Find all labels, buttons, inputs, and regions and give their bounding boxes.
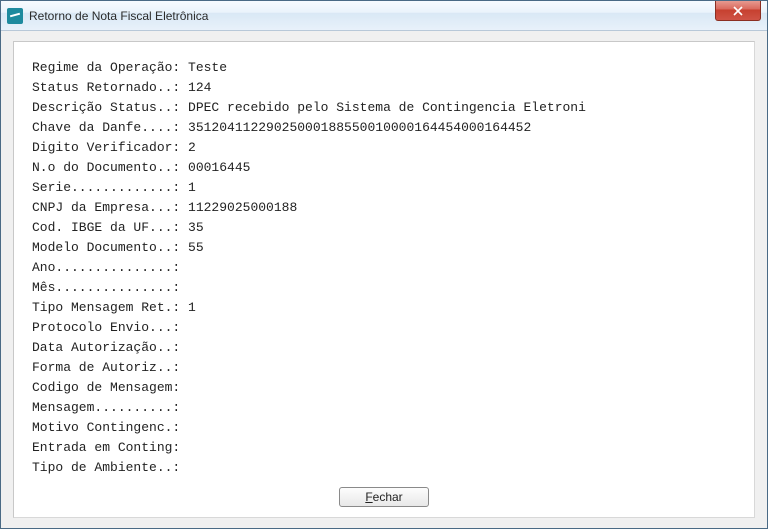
button-row: Fechar [14, 487, 754, 507]
field-value: 124 [188, 78, 211, 98]
field-value: 2 [188, 138, 196, 158]
app-icon [7, 8, 23, 24]
field-row: Mês...............: [32, 278, 736, 298]
window-controls [715, 1, 767, 21]
field-row: Serie.............: 1 [32, 178, 736, 198]
fields-list: Regime da Operação: TesteStatus Retornad… [32, 58, 736, 478]
field-label: Digito Verificador: [32, 138, 188, 158]
window-title: Retorno de Nota Fiscal Eletrônica [29, 9, 208, 23]
field-value: 11229025000188 [188, 198, 297, 218]
field-row: Status Retornado..: 124 [32, 78, 736, 98]
field-row: Entrada em Conting: [32, 438, 736, 458]
field-value: 35 [188, 218, 204, 238]
field-value: 55 [188, 238, 204, 258]
field-row: Cod. IBGE da UF...: 35 [32, 218, 736, 238]
field-row: Modelo Documento..: 55 [32, 238, 736, 258]
field-row: Tipo de Ambiente..: [32, 458, 736, 478]
field-row: Regime da Operação: Teste [32, 58, 736, 78]
field-label: Cod. IBGE da UF...: [32, 218, 188, 238]
field-label: Chave da Danfe....: [32, 118, 188, 138]
field-label: N.o do Documento..: [32, 158, 188, 178]
field-row: Codigo de Mensagem: [32, 378, 736, 398]
field-row: N.o do Documento..: 00016445 [32, 158, 736, 178]
content-panel: Regime da Operação: TesteStatus Retornad… [13, 41, 755, 518]
field-row: Digito Verificador: 2 [32, 138, 736, 158]
field-row: Mensagem..........: [32, 398, 736, 418]
close-button[interactable]: Fechar [339, 487, 429, 507]
window-close-button[interactable] [715, 1, 761, 21]
field-row: Ano...............: [32, 258, 736, 278]
field-row: Tipo Mensagem Ret.: 1 [32, 298, 736, 318]
field-label: Serie.............: [32, 178, 188, 198]
field-label: Forma de Autoriz..: [32, 358, 188, 378]
field-value: Teste [188, 58, 227, 78]
field-value: 1 [188, 298, 196, 318]
field-row: CNPJ da Empresa...: 11229025000188 [32, 198, 736, 218]
close-icon [733, 6, 743, 16]
field-row: Data Autorização..: [32, 338, 736, 358]
field-label: Codigo de Mensagem: [32, 378, 188, 398]
field-label: Status Retornado..: [32, 78, 188, 98]
field-label: Protocolo Envio...: [32, 318, 188, 338]
field-label: Motivo Contingenc.: [32, 418, 188, 438]
field-row: Descrição Status..: DPEC recebido pelo S… [32, 98, 736, 118]
field-label: Mensagem..........: [32, 398, 188, 418]
field-label: Tipo Mensagem Ret.: [32, 298, 188, 318]
field-label: Regime da Operação: [32, 58, 188, 78]
field-value: 3512041122902500018855001000016445400016… [188, 118, 531, 138]
field-label: Modelo Documento..: [32, 238, 188, 258]
field-label: Data Autorização..: [32, 338, 188, 358]
field-label: Ano...............: [32, 258, 188, 278]
field-row: Protocolo Envio...: [32, 318, 736, 338]
app-window: Retorno de Nota Fiscal Eletrônica Regime… [0, 0, 768, 529]
field-row: Motivo Contingenc.: [32, 418, 736, 438]
field-label: Entrada em Conting: [32, 438, 188, 458]
field-label: Mês...............: [32, 278, 188, 298]
field-label: Descrição Status..: [32, 98, 188, 118]
titlebar: Retorno de Nota Fiscal Eletrônica [1, 1, 767, 31]
field-row: Forma de Autoriz..: [32, 358, 736, 378]
field-row: Chave da Danfe....: 35120411229025000188… [32, 118, 736, 138]
client-area: Regime da Operação: TesteStatus Retornad… [1, 31, 767, 528]
field-value: 1 [188, 178, 196, 198]
field-label: CNPJ da Empresa...: [32, 198, 188, 218]
field-value: 00016445 [188, 158, 250, 178]
field-label: Tipo de Ambiente..: [32, 458, 188, 478]
field-value: DPEC recebido pelo Sistema de Contingenc… [188, 98, 586, 118]
